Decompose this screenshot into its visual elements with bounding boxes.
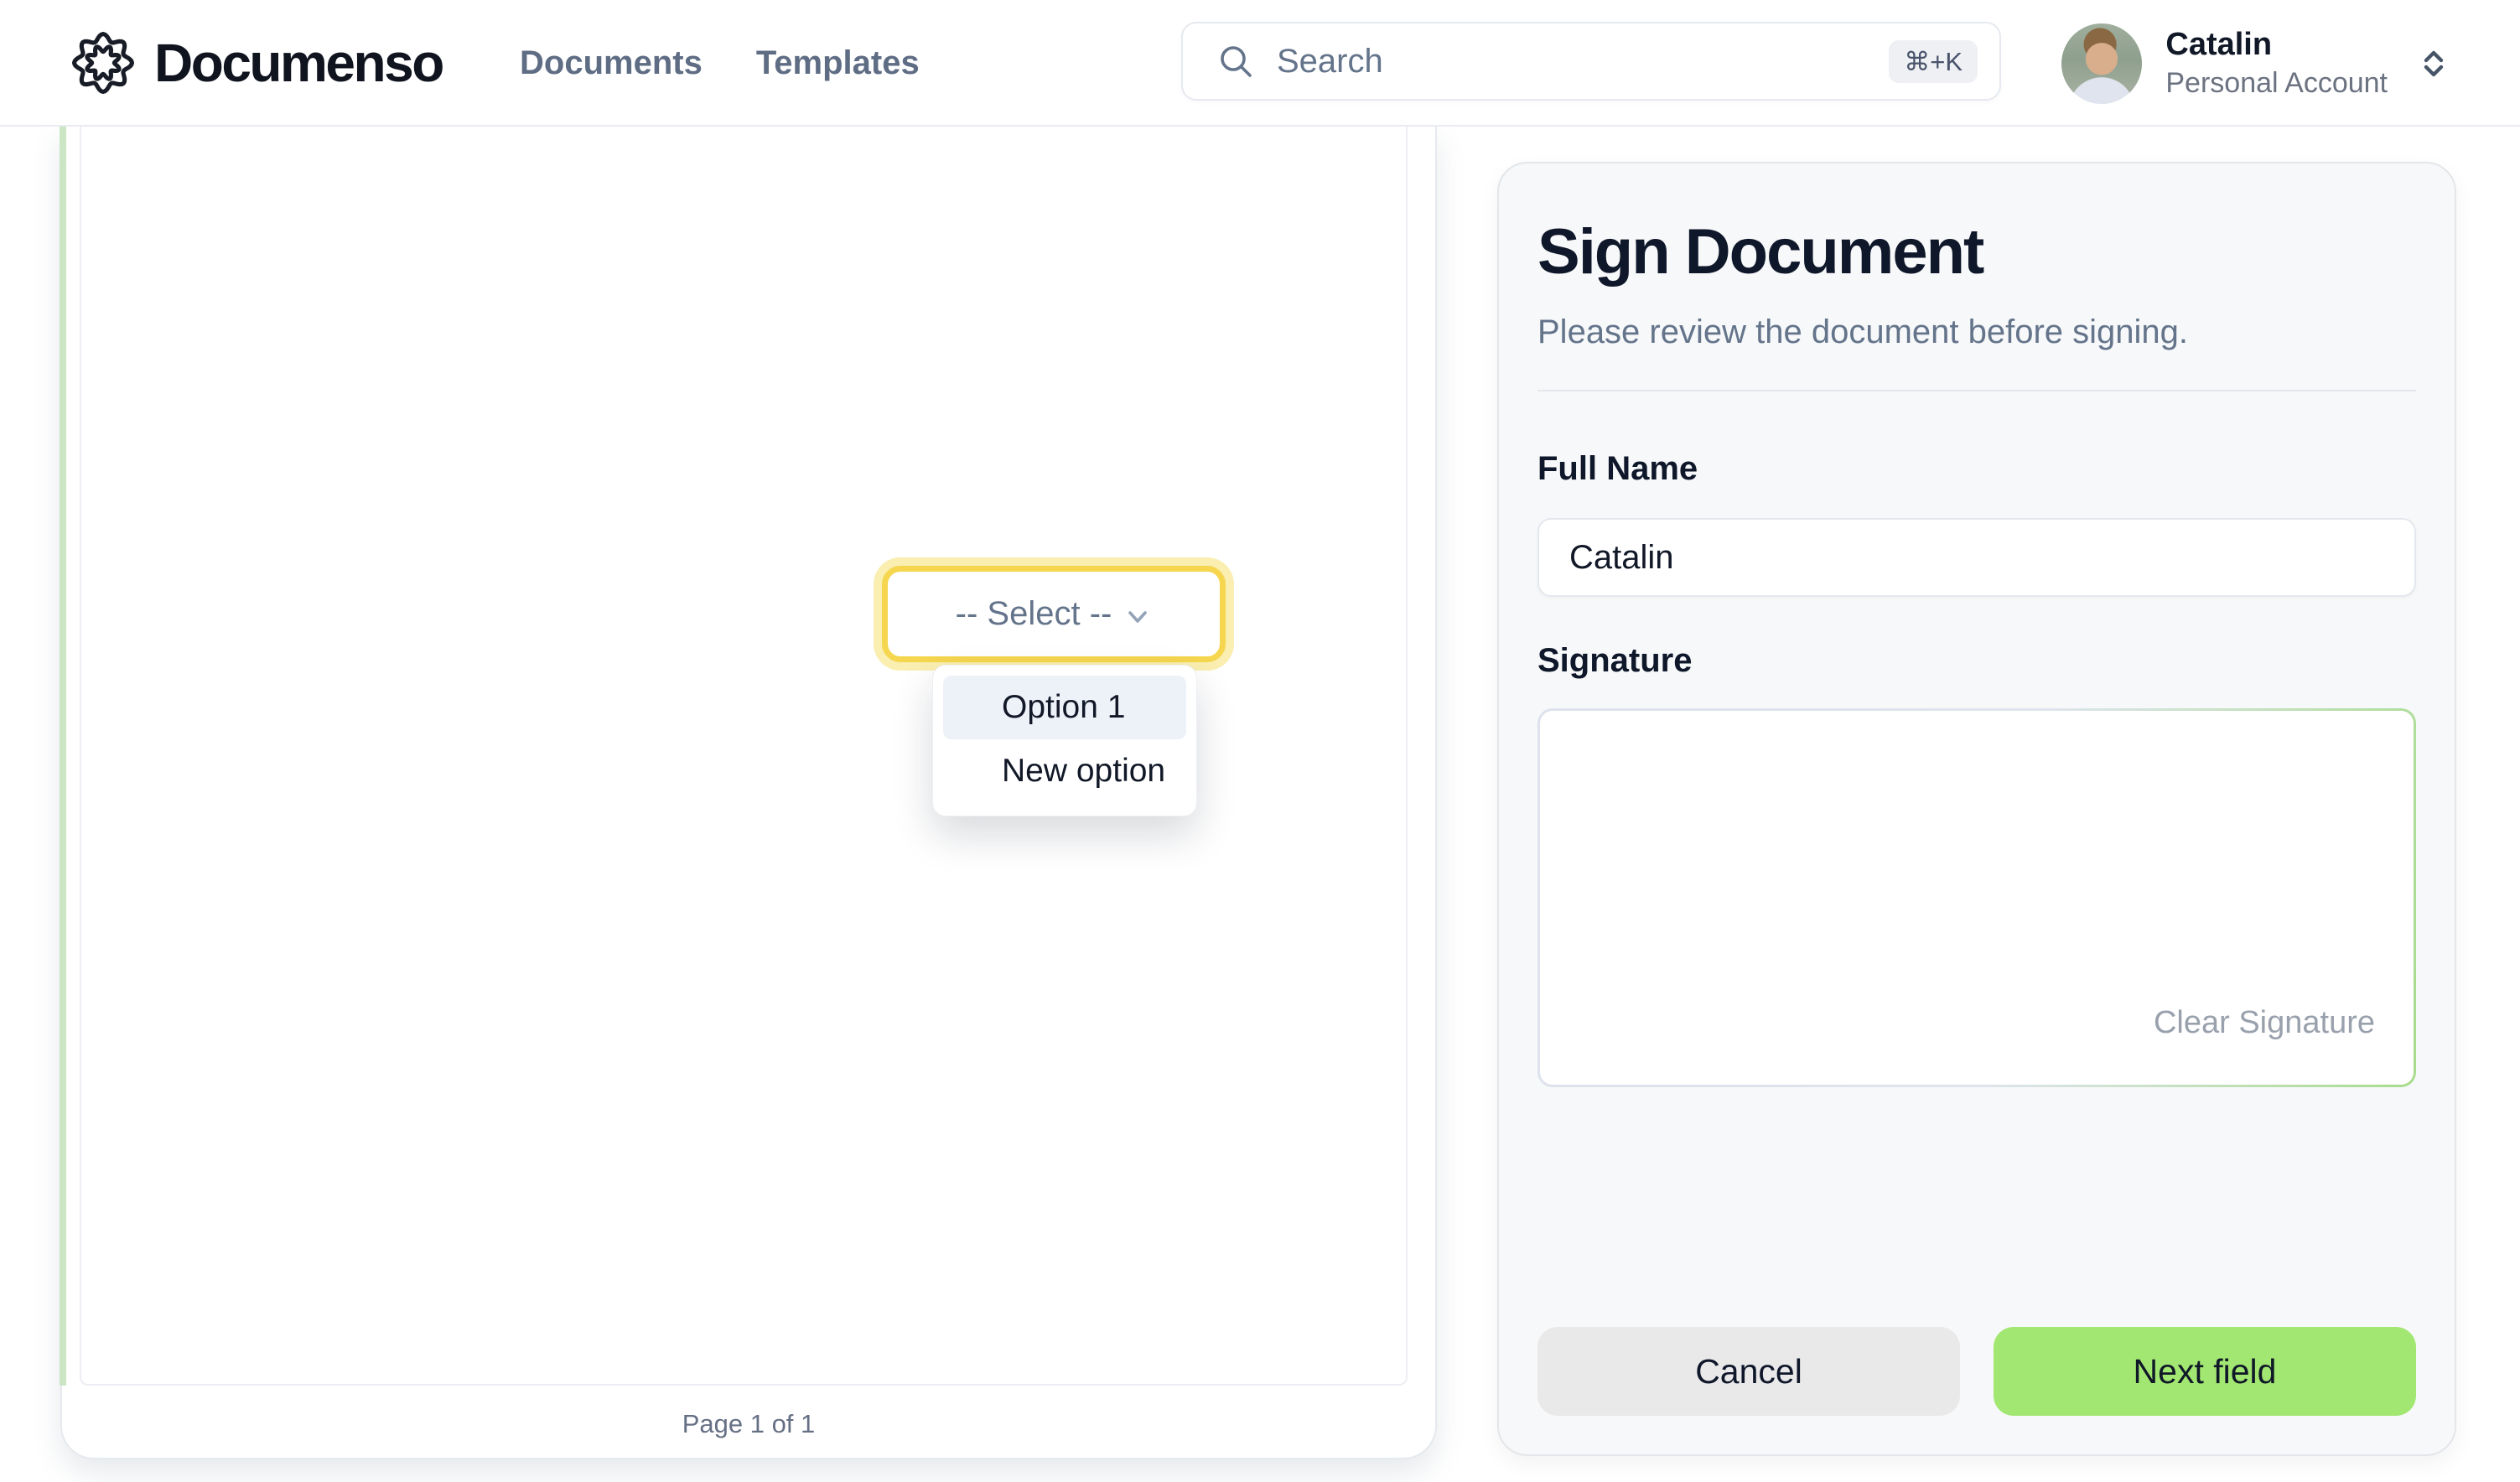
top-nav: Documenso Documents Templates ⌘+K Catali…	[0, 0, 2520, 127]
document-accent-line	[60, 127, 66, 1386]
search-shortcut-badge: ⌘+K	[1889, 40, 1978, 83]
nav-item-documents[interactable]: Documents	[520, 44, 703, 82]
page-indicator: Page 1 of 1	[62, 1409, 1435, 1439]
user-account-type: Personal Account	[2165, 68, 2388, 99]
chevrons-up-down-icon	[2416, 46, 2451, 81]
user-menu-button[interactable]: Catalin Personal Account	[2061, 0, 2451, 127]
page-content: Page 1 of 1 -- Select -- Option 1 New op…	[0, 0, 2520, 1482]
brand-logo[interactable]: Documenso	[72, 32, 443, 94]
next-field-button[interactable]: Next field	[1994, 1327, 2416, 1416]
panel-title: Sign Document	[1537, 215, 2416, 288]
search-icon	[1216, 42, 1255, 80]
user-name: Catalin	[2165, 28, 2388, 63]
select-field-placeholder: -- Select --	[956, 595, 1112, 633]
search-input[interactable]	[1277, 43, 1889, 80]
sign-document-panel: Sign Document Please review the document…	[1497, 162, 2456, 1456]
dropdown-option-new[interactable]: New option	[943, 739, 1186, 803]
document-page	[80, 127, 1408, 1386]
cancel-button[interactable]: Cancel	[1537, 1327, 1960, 1416]
full-name-label: Full Name	[1537, 450, 2416, 488]
rosette-seal-icon	[72, 32, 134, 94]
signature-label: Signature	[1537, 642, 2416, 680]
panel-subtitle: Please review the document before signin…	[1537, 314, 2416, 351]
chevron-down-icon	[1123, 603, 1152, 631]
select-dropdown-menu: Option 1 New option	[932, 665, 1197, 816]
nav-item-templates[interactable]: Templates	[756, 44, 920, 82]
dropdown-option-1[interactable]: Option 1	[943, 676, 1186, 739]
user-texts: Catalin Personal Account	[2165, 28, 2388, 99]
brand-name: Documenso	[154, 32, 443, 94]
signature-frame: Clear Signature	[1537, 708, 2416, 1087]
full-name-input[interactable]	[1537, 518, 2416, 597]
clear-signature-button[interactable]: Clear Signature	[2154, 1005, 2375, 1041]
document-card: Page 1 of 1	[60, 127, 1437, 1459]
search-box[interactable]: ⌘+K	[1181, 22, 2001, 101]
panel-divider	[1537, 390, 2416, 391]
avatar	[2061, 23, 2142, 104]
panel-actions: Cancel Next field	[1537, 1327, 2416, 1416]
main-nav: Documents Templates	[520, 0, 920, 127]
signature-pad[interactable]: Clear Signature	[1540, 711, 2414, 1085]
document-select-field[interactable]: -- Select --	[882, 566, 1226, 662]
panel-spacer	[1537, 1087, 2416, 1327]
